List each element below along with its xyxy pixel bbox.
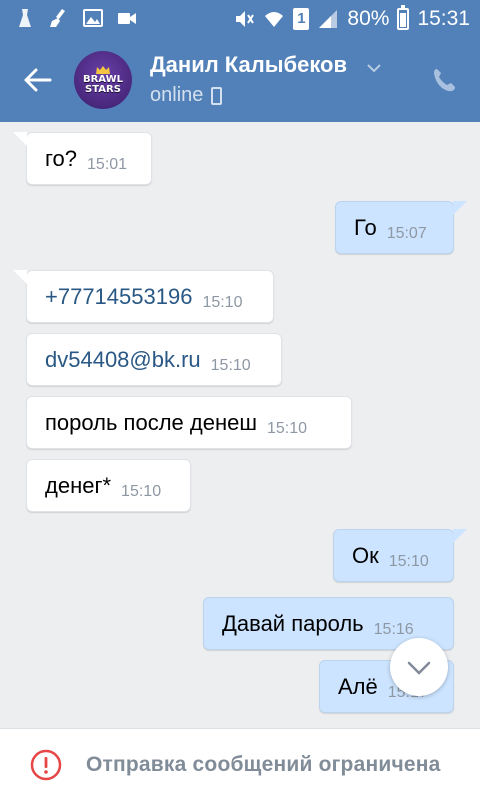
message-text: го? — [45, 145, 78, 171]
avatar-text-line1: BRAWL — [82, 73, 123, 85]
presence-status: online — [150, 84, 223, 107]
message-bubble[interactable]: денег* 15:10 — [26, 459, 191, 512]
sim-icon: 1 — [293, 8, 310, 30]
scroll-to-bottom-button[interactable] — [390, 638, 448, 696]
cleaner-icon — [19, 9, 31, 27]
message-time: 15:10 — [121, 482, 162, 500]
presence-label: online — [150, 84, 204, 106]
warning-icon — [30, 749, 62, 781]
wifi-icon — [265, 12, 284, 27]
message-text: пороль после денеш — [45, 409, 257, 435]
message-bubble[interactable]: Го 15:07 — [335, 201, 467, 254]
email-link[interactable]: dv54408@bk.ru — [45, 347, 201, 373]
crown-icon — [96, 65, 110, 74]
message-text: Давай пароль — [222, 610, 364, 636]
chevron-down-icon — [407, 661, 431, 675]
message-bubble[interactable]: пороль после денеш 15:10 — [26, 396, 352, 449]
phone-link[interactable]: +77714553196 — [45, 284, 192, 310]
phone-call-icon[interactable] — [430, 66, 458, 94]
avatar-text-line2: STARS — [85, 83, 121, 95]
message-bubble[interactable]: dv54408@bk.ru 15:10 — [26, 333, 282, 386]
broom-icon — [50, 9, 65, 27]
battery-percent: 80% — [347, 7, 390, 30]
image-icon — [83, 9, 103, 27]
message-time: 15:10 — [267, 419, 308, 437]
message-time: 15:10 — [388, 552, 429, 570]
message-time: 15:16 — [373, 620, 414, 638]
message-bubble[interactable]: Ок 15:10 — [333, 529, 467, 582]
video-icon — [118, 13, 136, 24]
chevron-down-icon[interactable] — [366, 60, 382, 76]
signal-icon — [319, 10, 338, 28]
message-bubble[interactable]: го? 15:01 — [13, 132, 152, 185]
message-list[interactable]: го? 15:01 Го 15:07 +77714553196 15:10 dv… — [0, 122, 480, 728]
battery-icon — [397, 5, 410, 30]
contact-name[interactable]: Данил Калыбеков — [150, 52, 347, 78]
restriction-footer: Отправка сообщений ограничена — [0, 728, 480, 800]
message-time: 15:10 — [210, 356, 251, 374]
status-bar: 1 80% 15:31 — [0, 0, 480, 38]
mute-icon — [236, 11, 255, 27]
message-bubble[interactable]: +77714553196 15:10 — [13, 270, 274, 323]
avatar[interactable]: BRAWL STARS — [74, 51, 132, 109]
message-time: 15:10 — [202, 293, 243, 311]
message-time: 15:01 — [87, 155, 128, 173]
message-text: Алё — [338, 673, 378, 699]
back-arrow-icon[interactable] — [22, 64, 54, 96]
message-text: денег* — [45, 472, 112, 498]
restriction-message: Отправка сообщений ограничена — [86, 753, 441, 776]
mobile-device-icon — [211, 86, 223, 105]
clock: 15:31 — [417, 7, 470, 30]
chat-header: BRAWL STARS Данил Калыбеков online — [0, 38, 480, 122]
message-text: Ок — [352, 542, 379, 568]
message-time: 15:07 — [386, 224, 427, 242]
message-text: Го — [354, 214, 377, 240]
